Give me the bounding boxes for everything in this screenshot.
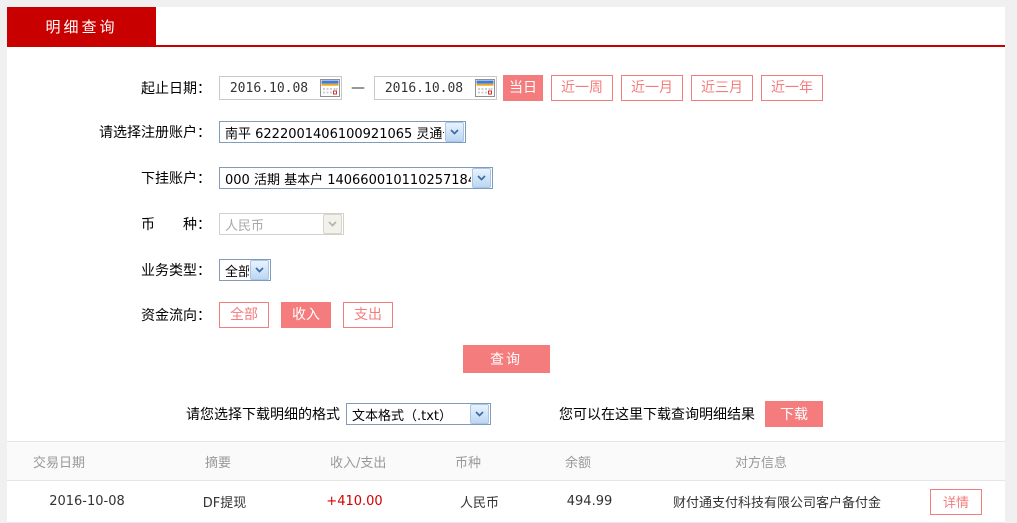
query-button-row: 查询 — [7, 345, 1005, 373]
sub-account-select[interactable]: 000 活期 基本户 1406600101102571848 — [219, 167, 493, 189]
business-type-row: 业务类型： 全部 — [7, 258, 1005, 282]
quick-range-month-button[interactable]: 近一月 — [621, 75, 683, 101]
date-range-label: 起止日期： — [7, 78, 219, 98]
detail-button[interactable]: 详情 — [930, 489, 982, 515]
fund-flow-label: 资金流向： — [7, 305, 219, 325]
register-account-value: 南平 6222001406100921065 灵通卡 — [220, 123, 444, 142]
quick-range-week-button[interactable]: 近一周 — [551, 75, 613, 101]
currency-label: 币 种： — [7, 214, 219, 234]
column-header-currency: 币种 — [427, 452, 532, 471]
chevron-down-icon — [470, 404, 489, 424]
sub-account-value: 000 活期 基本户 1406600101102571848 — [220, 169, 471, 188]
cell-currency: 人民币 — [427, 492, 532, 511]
column-header-summary: 摘要 — [167, 452, 282, 471]
download-button[interactable]: 下载 — [765, 401, 823, 427]
chevron-down-icon — [323, 214, 342, 234]
start-date-input[interactable] — [220, 77, 318, 99]
business-type-select[interactable]: 全部 — [219, 259, 271, 281]
cell-balance: 494.99 — [532, 494, 647, 509]
chevron-down-icon — [445, 122, 464, 142]
tab-label: 明细查询 — [45, 16, 117, 37]
download-format-label: 请您选择下载明细的格式 — [186, 404, 340, 424]
content-card: 明细查询 起止日期： — [7, 7, 1005, 514]
end-date-input[interactable] — [375, 77, 473, 99]
tab-bar: 明细查询 — [7, 7, 1005, 45]
chevron-down-icon — [472, 168, 491, 188]
fund-flow-row: 资金流向： 全部 收入 支出 — [7, 302, 1005, 328]
sub-account-label: 下挂账户： — [7, 168, 219, 188]
query-button[interactable]: 查询 — [463, 345, 550, 373]
column-header-date: 交易日期 — [7, 452, 167, 471]
download-format-select[interactable]: 文本格式（.txt） — [346, 403, 491, 425]
column-header-balance: 余额 — [532, 452, 647, 471]
query-form: 起止日期： — [7, 47, 1005, 427]
download-hint: 您可以在这里下载查询明细结果 — [559, 404, 755, 424]
business-type-value: 全部 — [220, 261, 249, 280]
currency-select: 人民币 — [219, 213, 344, 235]
quick-range-year-button[interactable]: 近一年 — [761, 75, 823, 101]
cell-transaction-date: 2016-10-08 — [7, 494, 167, 509]
register-account-label: 请选择注册账户： — [7, 122, 219, 142]
page: 明细查询 起止日期： — [0, 0, 1017, 516]
table-row: 2016-10-08 DF提现 +410.00 人民币 494.99 财付通支付… — [7, 481, 1005, 523]
currency-value: 人民币 — [220, 215, 322, 234]
sub-account-row: 下挂账户： 000 活期 基本户 1406600101102571848 — [7, 166, 1005, 190]
fund-flow-all-button[interactable]: 全部 — [219, 302, 269, 328]
cell-action: 详情 — [907, 489, 1005, 515]
cell-counterparty: 财付通支付科技有限公司客户备付金 — [647, 492, 907, 511]
calendar-icon[interactable] — [473, 78, 496, 98]
end-date-box — [374, 76, 497, 100]
table-header-row: 交易日期 摘要 收入/支出 币种 余额 对方信息 — [7, 442, 1005, 481]
download-row: 请您选择下载明细的格式 文本格式（.txt） 您可以在这里下载查询明细结果 下载 — [7, 401, 1005, 427]
date-range-separator: — — [351, 80, 365, 96]
currency-row: 币 种： 人民币 — [7, 212, 1005, 236]
download-format-value: 文本格式（.txt） — [347, 405, 469, 424]
column-header-amount: 收入/支出 — [282, 452, 427, 471]
business-type-label: 业务类型： — [7, 260, 219, 280]
chevron-down-icon — [250, 260, 269, 280]
register-account-row: 请选择注册账户： 南平 6222001406100921065 灵通卡 — [7, 120, 1005, 144]
register-account-select[interactable]: 南平 6222001406100921065 灵通卡 — [219, 121, 466, 143]
quick-range-quarter-button[interactable]: 近三月 — [691, 75, 753, 101]
column-header-counterparty: 对方信息 — [647, 452, 907, 471]
fund-flow-income-button[interactable]: 收入 — [281, 302, 331, 328]
cell-summary: DF提现 — [167, 492, 282, 511]
tab-detail-query[interactable]: 明细查询 — [7, 7, 156, 45]
fund-flow-expense-button[interactable]: 支出 — [343, 302, 393, 328]
date-range-row: 起止日期： — [7, 75, 1005, 101]
start-date-box — [219, 76, 342, 100]
calendar-icon[interactable] — [318, 78, 341, 98]
result-table: 交易日期 摘要 收入/支出 币种 余额 对方信息 2016-10-08 DF提现… — [7, 441, 1005, 523]
quick-range-today-button[interactable]: 当日 — [503, 75, 543, 101]
cell-amount: +410.00 — [282, 494, 427, 509]
